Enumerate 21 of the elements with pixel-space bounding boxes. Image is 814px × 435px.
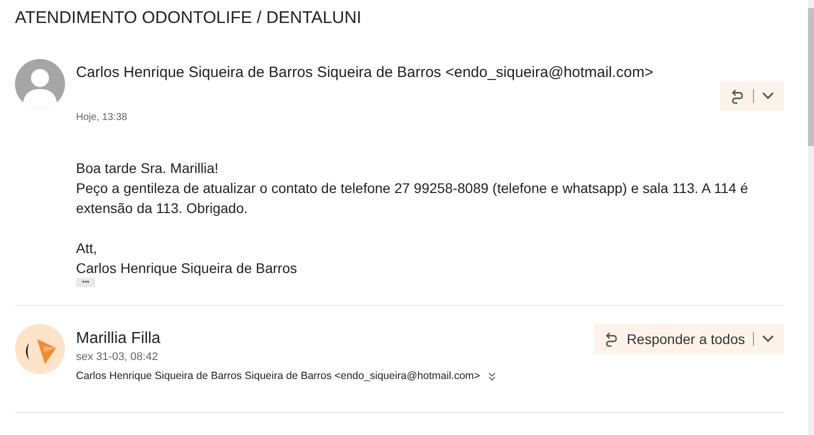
message-date: Hoje, 13:38 <box>76 112 128 123</box>
recipient-list: Carlos Henrique Siqueira de Barros Siqueira de Barros <endo_siqueira@hotmail.com> <box>76 370 480 382</box>
chevron-down-icon <box>762 335 774 343</box>
message-date: sex 31-03, 08:42 <box>76 351 159 363</box>
scrollbar[interactable] <box>808 0 814 435</box>
person-avatar-icon <box>15 59 65 109</box>
sender-name: Carlos Henrique Siqueira de Barros Siqueira de Barros <endo_siqueira@hotmail.com> <box>76 63 654 82</box>
body-text: Boa tarde Sra. Marillia! <box>76 159 220 178</box>
body-text: Att, <box>76 239 98 258</box>
reply-all-icon <box>604 330 619 348</box>
email-subject: ATENDIMENTO ODONTOLIFE / DENTALUNI <box>15 7 362 29</box>
reply-all-icon <box>730 88 745 104</box>
chevron-down-icon <box>762 92 774 100</box>
sender-name: Marillia Filla <box>76 329 162 348</box>
reply-button[interactable] <box>720 81 784 111</box>
avatar-logo-icon <box>15 324 65 374</box>
body-text: Carlos Henrique Siqueira de Barros <box>76 259 298 278</box>
scrollbar-thumb[interactable] <box>808 8 814 146</box>
reply-button[interactable]: Responder a todos <box>594 324 784 354</box>
double-chevron-icon <box>488 372 496 380</box>
body-text: Peço a gentileza de atualizar o contato de telefone 27 99258-8089 (telefone e whatsapp) e sala 113. A 114 é extensão da 113. Obrigado. <box>76 179 749 218</box>
